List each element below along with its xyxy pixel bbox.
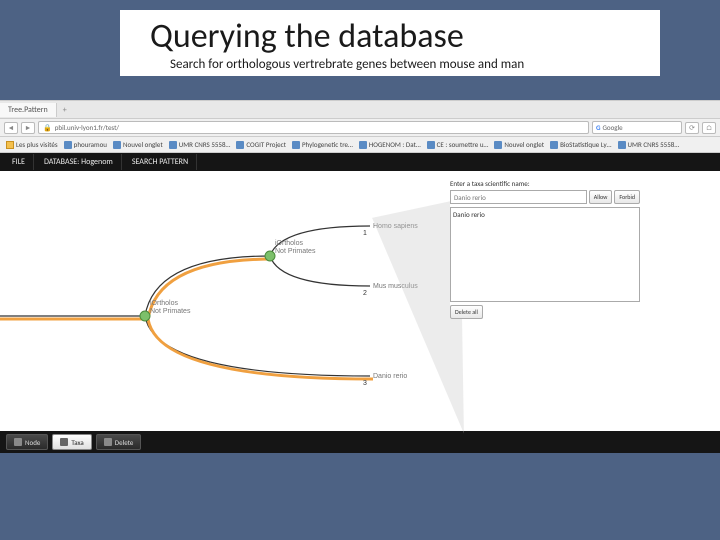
tree-root-label2: Not Primates: [150, 308, 191, 315]
favicon-icon: [113, 141, 121, 149]
new-tab-button[interactable]: +: [57, 103, 73, 117]
page-title: Querying the database: [150, 16, 640, 57]
search-engine-label: Google: [602, 123, 622, 132]
forbid-button[interactable]: Forbid: [614, 190, 640, 204]
node-tool-label: Node: [25, 438, 40, 447]
taxa-tool-label: Taxa: [71, 438, 83, 447]
favicon-icon: [236, 141, 244, 149]
menu-search-pattern[interactable]: SEARCH PATTERN: [124, 154, 197, 170]
url-text: pbil.univ-lyon1.fr/test/: [55, 123, 119, 132]
browser-window: Tree.Pattern + ◄ ► 🔒 pbil.univ-lyon1.fr/…: [0, 100, 720, 453]
bookmark-label: Nouvel onglet: [123, 140, 163, 149]
tree-leaf-num-3: 3: [363, 380, 367, 387]
tree-svg: iOrtholos Not Primates iOrtholos Not Pri…: [0, 171, 420, 431]
lock-icon: 🔒: [43, 123, 52, 132]
bookmark-label: UMR CNRS 5558…: [628, 140, 680, 149]
tree-leaf-num-1: 1: [363, 230, 367, 237]
page-subtitle: Search for orthologous vertrebrate genes…: [150, 57, 640, 72]
bookmark-item[interactable]: UMR CNRS 5558…: [169, 140, 231, 149]
favicon-icon: [169, 141, 177, 149]
node-icon: [14, 438, 22, 446]
bookmark-item[interactable]: Phylogenetic tre…: [292, 140, 353, 149]
bookmark-label: Les plus visités: [16, 140, 58, 149]
favicon-icon: [494, 141, 502, 149]
search-engine-icon: G: [596, 123, 600, 132]
browser-tab[interactable]: Tree.Pattern: [0, 103, 57, 117]
browser-navbar: ◄ ► 🔒 pbil.univ-lyon1.fr/test/ G Google …: [0, 119, 720, 137]
delete-tool-label: Delete: [115, 438, 134, 447]
favicon-icon: [64, 141, 72, 149]
favicon-icon: [550, 141, 558, 149]
bookmarks-bar: Les plus visités phouramou Nouvel onglet…: [0, 137, 720, 153]
tree-leaf-mus: Mus musculus: [373, 283, 418, 290]
allow-button[interactable]: Allow: [589, 190, 613, 204]
tree-root-label1: iOrtholos: [150, 300, 179, 307]
bookmark-label: phouramou: [74, 140, 107, 149]
tree-inner-label2: Not Primates: [275, 248, 316, 255]
bookmark-label: COGIT Project: [246, 140, 286, 149]
bookmark-item[interactable]: Nouvel onglet: [113, 140, 163, 149]
bookmark-label: BioStatistique Ly…: [560, 140, 611, 149]
forward-button[interactable]: ►: [21, 122, 35, 134]
slide-title-area: Querying the database Search for ortholo…: [120, 10, 660, 76]
app-content: iOrtholos Not Primates iOrtholos Not Pri…: [0, 171, 720, 431]
bookmark-label: CE : soumettre u…: [437, 140, 489, 149]
tree-area: iOrtholos Not Primates iOrtholos Not Pri…: [0, 171, 420, 431]
bookmark-label: Nouvel onglet: [504, 140, 544, 149]
delete-all-button[interactable]: Delete all: [450, 305, 483, 319]
bookmark-item[interactable]: BioStatistique Ly…: [550, 140, 611, 149]
list-item[interactable]: Danio rerio: [453, 210, 637, 219]
menu-database[interactable]: DATABASE: Hogenom: [36, 154, 122, 170]
app-bottombar: Node Taxa Delete: [0, 431, 720, 453]
tree-leaf-num-2: 2: [363, 290, 367, 297]
bookmark-item[interactable]: Les plus visités: [6, 140, 58, 149]
taxa-tool-button[interactable]: Taxa: [52, 434, 91, 450]
node-tool-button[interactable]: Node: [6, 434, 48, 450]
taxa-icon: [60, 438, 68, 446]
folder-icon: [6, 141, 14, 149]
menu-file[interactable]: FILE: [4, 154, 34, 170]
search-input[interactable]: G Google: [592, 121, 682, 134]
bookmark-item[interactable]: UMR CNRS 5558…: [618, 140, 680, 149]
taxa-list[interactable]: Danio rerio: [450, 207, 640, 302]
taxa-input-label: Enter a taxa scientific name:: [450, 179, 640, 188]
bookmark-item[interactable]: Nouvel onglet: [494, 140, 544, 149]
favicon-icon: [427, 141, 435, 149]
tree-leaf-homo: Homo sapiens: [373, 223, 418, 230]
delete-icon: [104, 438, 112, 446]
bookmark-item[interactable]: phouramou: [64, 140, 107, 149]
reload-button[interactable]: ⟳: [685, 122, 699, 134]
app-menubar: FILE DATABASE: Hogenom SEARCH PATTERN: [0, 153, 720, 171]
back-button[interactable]: ◄: [4, 122, 18, 134]
url-input[interactable]: 🔒 pbil.univ-lyon1.fr/test/: [38, 121, 589, 134]
tree-leaf-danio: Danio rerio: [373, 373, 407, 380]
taxa-name-input[interactable]: Danio rerio: [450, 190, 587, 204]
favicon-icon: [359, 141, 367, 149]
browser-tabbar: Tree.Pattern +: [0, 101, 720, 119]
home-button[interactable]: ⌂: [702, 122, 716, 134]
bookmark-label: UMR CNRS 5558…: [179, 140, 231, 149]
bookmark-item[interactable]: HOGENOM : Dat…: [359, 140, 421, 149]
bookmark-label: HOGENOM : Dat…: [369, 140, 421, 149]
taxa-panel: Enter a taxa scientific name: Danio reri…: [450, 179, 640, 319]
bookmark-label: Phylogenetic tre…: [302, 140, 353, 149]
favicon-icon: [618, 141, 626, 149]
favicon-icon: [292, 141, 300, 149]
bookmark-item[interactable]: CE : soumettre u…: [427, 140, 489, 149]
delete-tool-button[interactable]: Delete: [96, 434, 142, 450]
tree-inner-label1: iOrtholos: [275, 240, 304, 247]
bookmark-item[interactable]: COGIT Project: [236, 140, 286, 149]
